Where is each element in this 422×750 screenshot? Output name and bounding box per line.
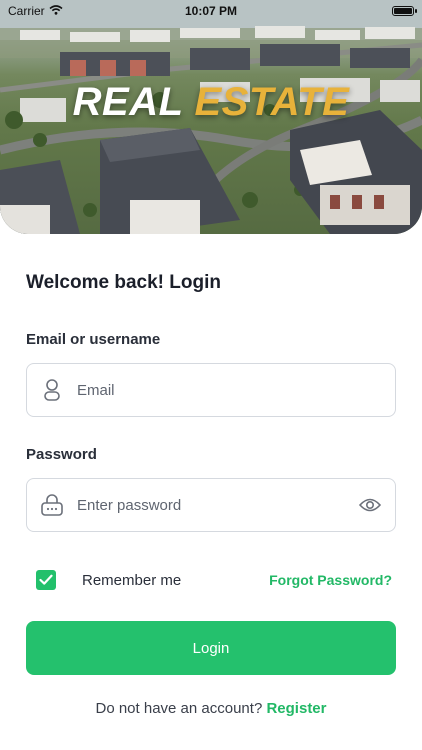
battery-icon [392, 6, 417, 16]
password-label: Password [26, 446, 97, 463]
remember-checkbox[interactable] [36, 570, 56, 590]
register-link[interactable]: Register [266, 700, 326, 717]
hero-banner: Carrier 10:07 PM REAL ESTATE [0, 0, 422, 234]
logo-word-estate: ESTATE [194, 80, 350, 124]
logo-word-real: REAL [72, 80, 183, 124]
eye-icon[interactable] [345, 478, 395, 532]
page-title: Welcome back! Login [26, 272, 221, 293]
status-time: 10:07 PM [184, 4, 238, 18]
remember-row: Remember me Forgot Password? [26, 566, 396, 594]
login-button[interactable]: Login [26, 621, 396, 675]
email-field[interactable] [26, 363, 396, 417]
no-account-text: Do not have an account? [95, 700, 263, 717]
status-bar: Carrier 10:07 PM [0, 0, 422, 22]
email-label: Email or username [26, 331, 161, 348]
forgot-password-link[interactable]: Forgot Password? [269, 572, 392, 588]
user-icon [27, 363, 77, 417]
remember-label: Remember me [82, 571, 182, 589]
checkmark-icon [39, 574, 53, 585]
password-input[interactable] [77, 479, 345, 531]
real-estate-logo: REAL ESTATE [0, 80, 422, 125]
password-field[interactable] [26, 478, 396, 532]
lock-icon [27, 478, 77, 532]
register-prompt: Do not have an account? Register [0, 700, 422, 717]
email-input[interactable] [77, 364, 395, 416]
